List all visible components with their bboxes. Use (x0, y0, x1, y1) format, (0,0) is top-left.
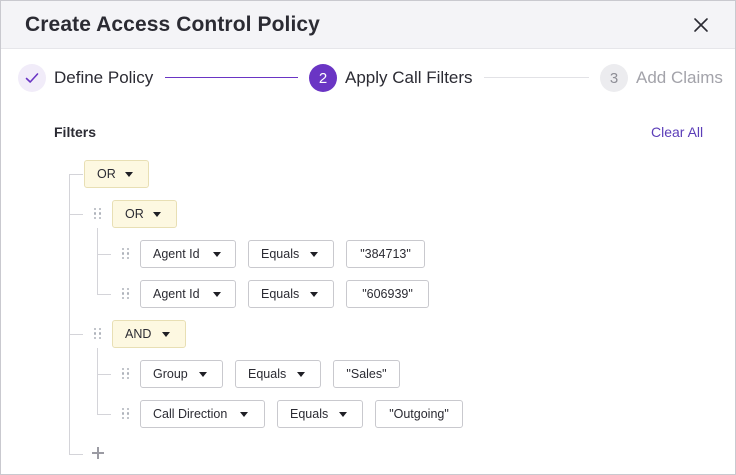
plus-icon[interactable] (92, 447, 104, 459)
step-label: Add Claims (636, 68, 723, 87)
step-define-policy[interactable]: Define Policy (18, 64, 153, 92)
tree-line (69, 454, 83, 455)
field-label: Group (153, 367, 188, 381)
comparator-label: Equals (261, 287, 300, 301)
caret-down-icon (213, 252, 221, 257)
drag-handle-icon[interactable] (122, 368, 130, 379)
group-operator-dropdown[interactable]: OR (112, 200, 177, 228)
operator-label: OR (125, 207, 144, 221)
root-operator-dropdown[interactable]: OR (84, 160, 149, 188)
comparator-label: Equals (261, 247, 300, 261)
tree-line (69, 214, 83, 215)
step-connector (165, 77, 298, 78)
tree-line (69, 174, 70, 454)
caret-down-icon (339, 412, 347, 417)
drag-handle-icon[interactable] (94, 208, 102, 219)
field-dropdown[interactable]: Group (140, 360, 223, 388)
step-label: Apply Call Filters (345, 68, 473, 87)
step-number: 2 (309, 64, 337, 92)
dialog-title: Create Access Control Policy (25, 13, 320, 36)
tree-line (97, 374, 111, 375)
caret-down-icon (153, 212, 161, 217)
step-add-claims[interactable]: 3 Add Claims (600, 64, 723, 92)
step-number: 3 (600, 64, 628, 92)
caret-down-icon (297, 372, 305, 377)
comparator-dropdown[interactable]: Equals (248, 240, 334, 268)
dialog-header: Create Access Control Policy (1, 1, 735, 49)
caret-down-icon (310, 292, 318, 297)
caret-down-icon (310, 252, 318, 257)
group-operator-dropdown[interactable]: AND (112, 320, 186, 348)
caret-down-icon (240, 412, 248, 417)
filters-heading: Filters (54, 124, 97, 140)
clear-all-link[interactable]: Clear All (651, 124, 703, 140)
close-icon[interactable] (693, 17, 709, 33)
create-access-control-policy-dialog: Create Access Control Policy Define Poli… (0, 0, 736, 475)
tree-line (69, 334, 83, 335)
operator-label: OR (97, 167, 116, 181)
comparator-dropdown[interactable]: Equals (277, 400, 363, 428)
step-connector (484, 77, 589, 78)
field-label: Call Direction (153, 407, 228, 421)
value-input[interactable]: "384713" (346, 240, 425, 268)
comparator-label: Equals (248, 367, 287, 381)
drag-handle-icon[interactable] (122, 288, 130, 299)
caret-down-icon (162, 332, 170, 337)
tree-line (97, 254, 111, 255)
field-label: Agent Id (153, 287, 200, 301)
drag-handle-icon[interactable] (94, 328, 102, 339)
value-input[interactable]: "606939" (346, 280, 429, 308)
value-input[interactable]: "Sales" (333, 360, 400, 388)
comparator-dropdown[interactable]: Equals (235, 360, 321, 388)
step-label: Define Policy (54, 68, 154, 87)
field-dropdown[interactable]: Agent Id (140, 280, 236, 308)
operator-label: AND (125, 327, 152, 341)
step-apply-call-filters[interactable]: 2 Apply Call Filters (309, 64, 473, 92)
tree-line (97, 228, 98, 294)
field-label: Agent Id (153, 247, 200, 261)
drag-handle-icon[interactable] (122, 248, 130, 259)
comparator-label: Equals (290, 407, 329, 421)
field-dropdown[interactable]: Call Direction (140, 400, 265, 428)
caret-down-icon (125, 172, 133, 177)
tree-line (69, 174, 83, 175)
tree-line (97, 348, 98, 414)
drag-handle-icon[interactable] (122, 408, 130, 419)
tree-line (97, 294, 111, 295)
value-input[interactable]: "Outgoing" (375, 400, 463, 428)
caret-down-icon (213, 292, 221, 297)
comparator-dropdown[interactable]: Equals (248, 280, 334, 308)
caret-down-icon (199, 372, 207, 377)
tree-line (97, 414, 111, 415)
checkmark-icon (18, 64, 46, 92)
field-dropdown[interactable]: Agent Id (140, 240, 236, 268)
